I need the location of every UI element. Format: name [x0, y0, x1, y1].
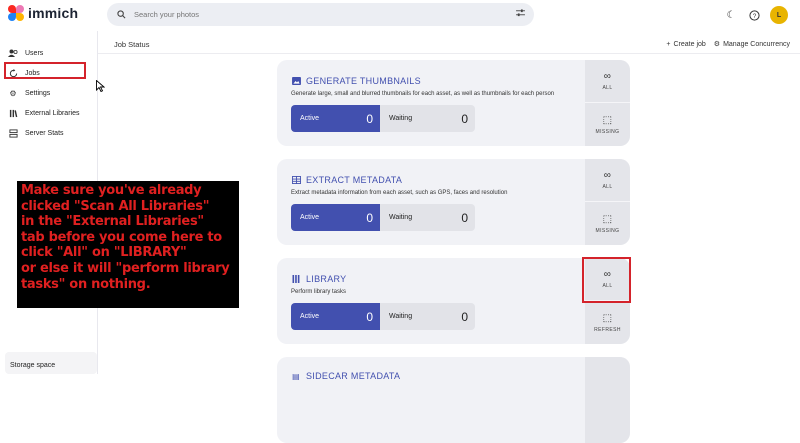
job-description: Generate large, small and blurred thumbn… [291, 91, 555, 97]
document-icon: ▤ [292, 371, 300, 381]
sidebar-item-external-libraries[interactable]: External Libraries [8, 105, 79, 121]
job-description: Perform library tasks [291, 289, 347, 295]
svg-text:?: ? [752, 12, 756, 19]
plus-icon: + [666, 40, 671, 48]
missing-button[interactable]: ⬚ MISSING [585, 202, 630, 245]
immich-logo[interactable]: immich [8, 5, 78, 21]
sidebar-item-label: Settings [25, 89, 51, 97]
all-button[interactable]: ∞ ALL [585, 60, 630, 103]
infinity-icon: ∞ [603, 170, 612, 181]
theme-toggle-moon-icon[interactable]: ☾ [724, 8, 738, 22]
annotation-line: in the "External Libraries" [21, 214, 204, 230]
waiting-count: Waiting 0 [380, 303, 475, 330]
library-all-highlight-box [582, 257, 631, 303]
all-button[interactable]: ∞ ALL [585, 159, 630, 202]
annotation-line: or else it will "perform library [21, 260, 230, 276]
job-title: LIBRARY [306, 274, 347, 284]
missing-button[interactable]: ⬚ MISSING [585, 103, 630, 146]
job-title: GENERATE THUMBNAILS [306, 76, 421, 86]
table-icon [291, 176, 301, 185]
refresh-button[interactable]: ⬚ REFRESH [585, 301, 630, 344]
annotation-line: Make sure you've already [21, 183, 202, 198]
library-icon [291, 275, 301, 284]
annotation-line: click "All" on "LIBRARY" [21, 245, 187, 261]
search-input[interactable] [134, 10, 494, 19]
help-icon[interactable]: ? [747, 8, 761, 22]
users-icon [8, 48, 18, 58]
page-title: Job Status [114, 40, 150, 49]
storage-space-panel: Storage space [5, 352, 97, 374]
job-card-metadata: EXTRACT METADATA Extract metadata inform… [277, 159, 630, 245]
mouse-cursor-icon [96, 79, 106, 95]
job-title: EXTRACT METADATA [306, 175, 403, 185]
create-job-button[interactable]: + Create job [666, 40, 705, 48]
job-card-library: LIBRARY Perform library tasks Active 0 Wa… [277, 258, 630, 344]
annotation-line: tab before you come here to [21, 229, 222, 245]
waiting-count: Waiting 0 [380, 105, 475, 132]
search-options-icon[interactable] [516, 9, 525, 19]
annotation-line: tasks" on nothing. [21, 276, 151, 292]
server-icon [8, 128, 18, 138]
image-icon [291, 77, 301, 86]
user-avatar[interactable]: L [770, 6, 788, 24]
job-title: SIDECAR METADATA [306, 371, 401, 381]
active-count: Active 0 [291, 303, 380, 330]
logo-icon [8, 5, 24, 21]
library-icon [8, 108, 18, 118]
gear-icon: ⚙ [713, 41, 721, 48]
active-count: Active 0 [291, 105, 380, 132]
search-icon[interactable] [117, 6, 126, 24]
waiting-count: Waiting 0 [380, 204, 475, 231]
job-card-sidecar: ▤ SIDECAR METADATA [277, 357, 630, 443]
sidebar-item-label: Users [25, 49, 44, 57]
job-card-thumbnails: GENERATE THUMBNAILS Generate large, smal… [277, 60, 630, 146]
select-search-icon: ⬚ [602, 312, 613, 324]
sidebar-item-users[interactable]: Users [8, 45, 43, 61]
manage-concurrency-button[interactable]: ⚙ Manage Concurrency [713, 40, 790, 49]
annotation-line: clicked "Scan All Libraries" [21, 198, 210, 214]
job-description: Extract metadata information from each a… [291, 190, 508, 196]
jobs-highlight-box [4, 62, 86, 79]
select-search-icon: ⬚ [602, 114, 613, 126]
instruction-annotation: Make sure you've already clicked "Scan A… [17, 181, 239, 308]
sidebar-item-settings[interactable]: ⚙ Settings [8, 85, 50, 101]
sidebar-item-label: External Libraries [25, 109, 80, 117]
top-bar: immich ☾ ? L [0, 0, 800, 31]
active-count: Active 0 [291, 204, 380, 231]
infinity-icon: ∞ [603, 71, 612, 82]
search-bar[interactable] [107, 3, 534, 26]
header-divider [98, 53, 800, 54]
storage-label: Storage space [10, 362, 56, 369]
select-search-icon: ⬚ [602, 213, 613, 225]
gear-icon: ⚙ [9, 88, 17, 98]
sidebar-item-label: Server Stats [25, 129, 64, 137]
brand-name: immich [28, 5, 79, 21]
sidebar-item-server-stats[interactable]: Server Stats [8, 125, 64, 141]
